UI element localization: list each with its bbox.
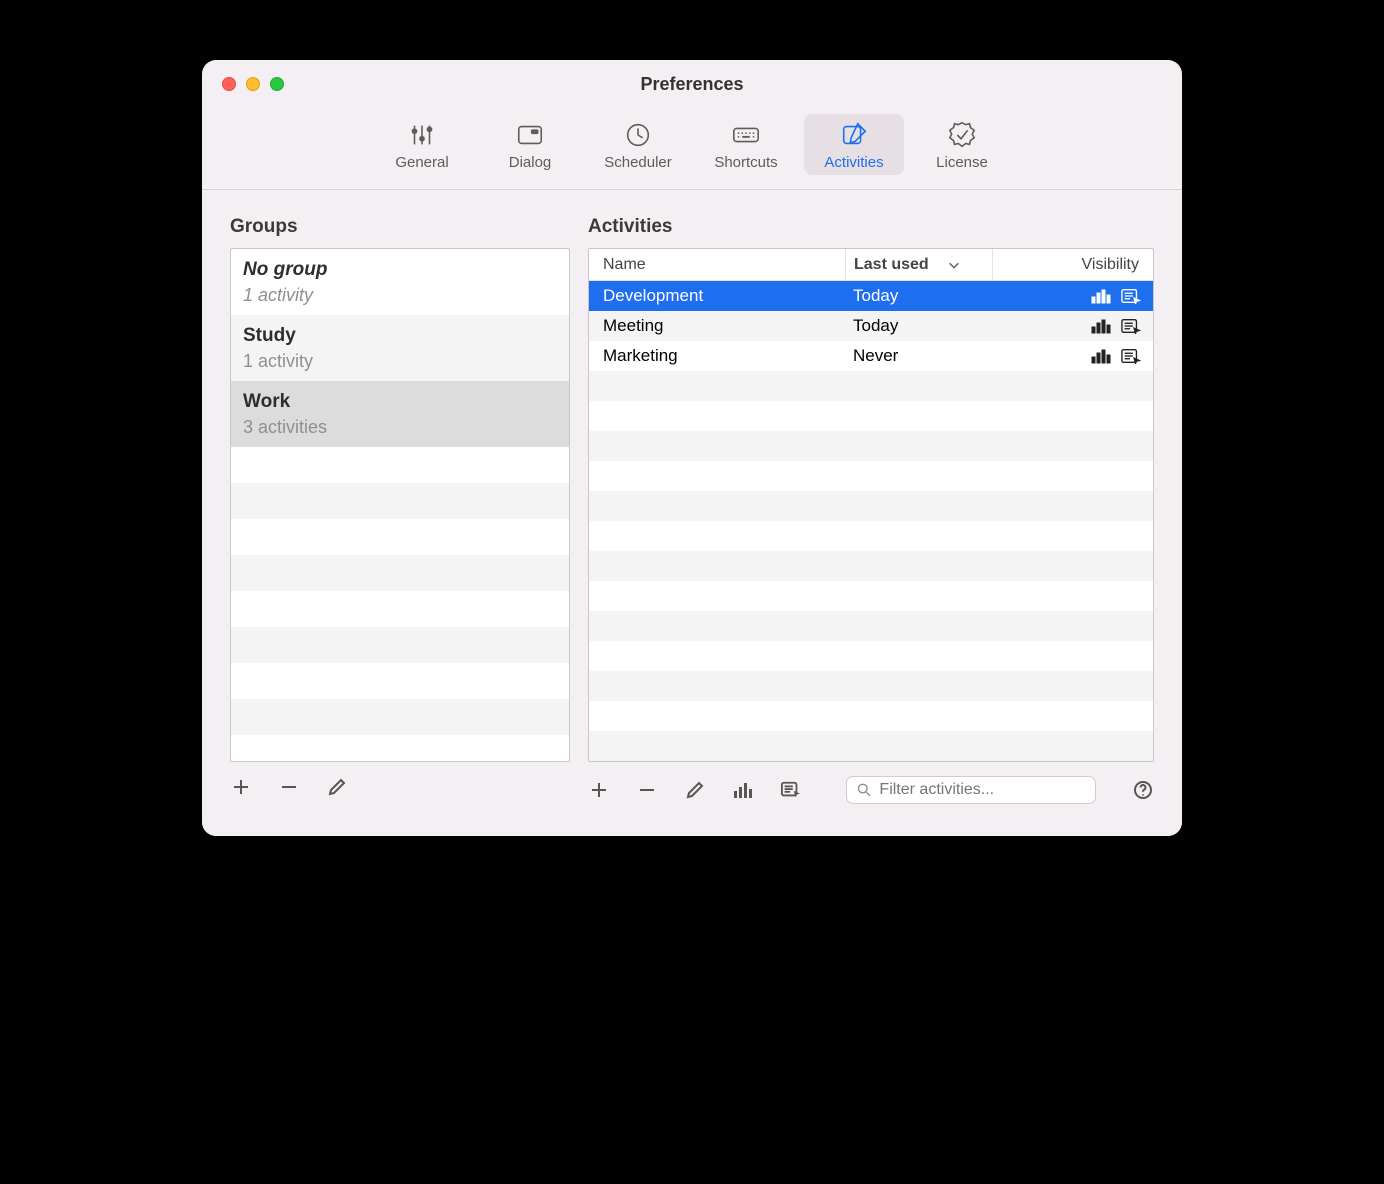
add-group-button[interactable]: [230, 776, 252, 798]
preferences-window: Preferences General Dialog Scheduler Sho…: [202, 60, 1182, 836]
activity-row-development[interactable]: Development Today: [589, 281, 1153, 311]
add-activity-button[interactable]: [588, 779, 610, 801]
column-last-used[interactable]: Last used: [845, 249, 993, 280]
dialog-icon: [515, 120, 545, 150]
chart-icon[interactable]: [1091, 318, 1111, 334]
filter-activities-field[interactable]: [846, 776, 1096, 804]
pencil-icon: [327, 777, 347, 797]
activity-name: Marketing: [589, 346, 845, 366]
groups-title: Groups: [230, 216, 570, 238]
list-visibility-button[interactable]: [780, 779, 802, 801]
activity-name: Development: [589, 286, 845, 306]
tab-scheduler[interactable]: Scheduler: [588, 114, 688, 175]
chevron-down-icon: [947, 258, 961, 272]
list-cursor-icon: [781, 780, 801, 800]
tab-dialog[interactable]: Dialog: [480, 114, 580, 175]
activity-row-marketing[interactable]: Marketing Never: [589, 341, 1153, 371]
tab-label: Shortcuts: [714, 154, 777, 171]
activities-panel: Activities Name Last used Visibility Dev…: [588, 216, 1154, 816]
groups-footer: [230, 762, 570, 810]
tab-general[interactable]: General: [372, 114, 472, 175]
column-visibility[interactable]: Visibility: [993, 256, 1153, 274]
group-row-work[interactable]: Work 3 activities: [231, 381, 569, 447]
help-button[interactable]: [1132, 779, 1154, 801]
activities-footer: [588, 762, 1154, 816]
chart-icon[interactable]: [1091, 288, 1111, 304]
tab-label: Dialog: [509, 154, 552, 171]
activity-last-used: Today: [845, 286, 993, 306]
activity-last-used: Never: [845, 346, 993, 366]
clock-icon: [623, 120, 653, 150]
zoom-window-button[interactable]: [270, 77, 284, 91]
group-name: Work: [243, 389, 557, 415]
chart-icon[interactable]: [1091, 348, 1111, 364]
column-last-used-label: Last used: [854, 256, 929, 274]
edit-activity-button[interactable]: [684, 779, 706, 801]
group-name: Study: [243, 323, 557, 349]
minimize-window-button[interactable]: [246, 77, 260, 91]
search-icon: [857, 782, 871, 798]
edit-group-button[interactable]: [326, 776, 348, 798]
activities-title: Activities: [588, 216, 1154, 238]
chart-visibility-button[interactable]: [732, 779, 754, 801]
preferences-toolbar: General Dialog Scheduler Shortcuts Activ…: [202, 108, 1182, 190]
group-subtitle: 1 activity: [243, 349, 557, 373]
list-cursor-icon[interactable]: [1121, 348, 1141, 364]
tab-activities[interactable]: Activities: [804, 114, 904, 175]
window-title: Preferences: [202, 74, 1182, 95]
chart-icon: [733, 780, 753, 800]
group-row-study[interactable]: Study 1 activity: [231, 315, 569, 381]
tab-label: Scheduler: [604, 154, 672, 171]
group-name: No group: [243, 257, 557, 283]
group-subtitle: 3 activities: [243, 415, 557, 439]
edit-square-icon: [839, 120, 869, 150]
titlebar: Preferences: [202, 60, 1182, 108]
keyboard-icon: [731, 120, 761, 150]
seal-check-icon: [947, 120, 977, 150]
remove-activity-button[interactable]: [636, 779, 658, 801]
close-window-button[interactable]: [222, 77, 236, 91]
tab-label: Activities: [824, 154, 883, 171]
activity-last-used: Today: [845, 316, 993, 336]
activities-table[interactable]: Name Last used Visibility Development To…: [588, 248, 1154, 762]
minus-icon: [279, 777, 299, 797]
help-icon: [1133, 780, 1153, 800]
column-name[interactable]: Name: [589, 256, 845, 274]
activities-header: Name Last used Visibility: [589, 249, 1153, 281]
filter-input[interactable]: [879, 781, 1085, 799]
groups-panel: Groups No group 1 activity Study 1 activ…: [230, 216, 570, 816]
activities-empty-rows: [589, 371, 1153, 761]
traffic-lights: [202, 77, 284, 91]
activity-row-meeting[interactable]: Meeting Today: [589, 311, 1153, 341]
groups-list[interactable]: No group 1 activity Study 1 activity Wor…: [230, 248, 570, 762]
pencil-icon: [685, 780, 705, 800]
activity-visibility: [993, 318, 1153, 334]
activities-body: Development Today Meeting Today: [589, 281, 1153, 371]
activity-visibility: [993, 288, 1153, 304]
plus-icon: [589, 780, 609, 800]
tab-shortcuts[interactable]: Shortcuts: [696, 114, 796, 175]
plus-icon: [231, 777, 251, 797]
group-subtitle: 1 activity: [243, 283, 557, 307]
tab-label: General: [395, 154, 448, 171]
remove-group-button[interactable]: [278, 776, 300, 798]
list-cursor-icon[interactable]: [1121, 288, 1141, 304]
minus-icon: [637, 780, 657, 800]
activity-visibility: [993, 348, 1153, 364]
groups-empty-rows: [231, 447, 569, 735]
tab-label: License: [936, 154, 988, 171]
list-cursor-icon[interactable]: [1121, 318, 1141, 334]
content-area: Groups No group 1 activity Study 1 activ…: [202, 190, 1182, 836]
sliders-icon: [407, 120, 437, 150]
tab-license[interactable]: License: [912, 114, 1012, 175]
activity-name: Meeting: [589, 316, 845, 336]
group-row-no-group[interactable]: No group 1 activity: [231, 249, 569, 315]
